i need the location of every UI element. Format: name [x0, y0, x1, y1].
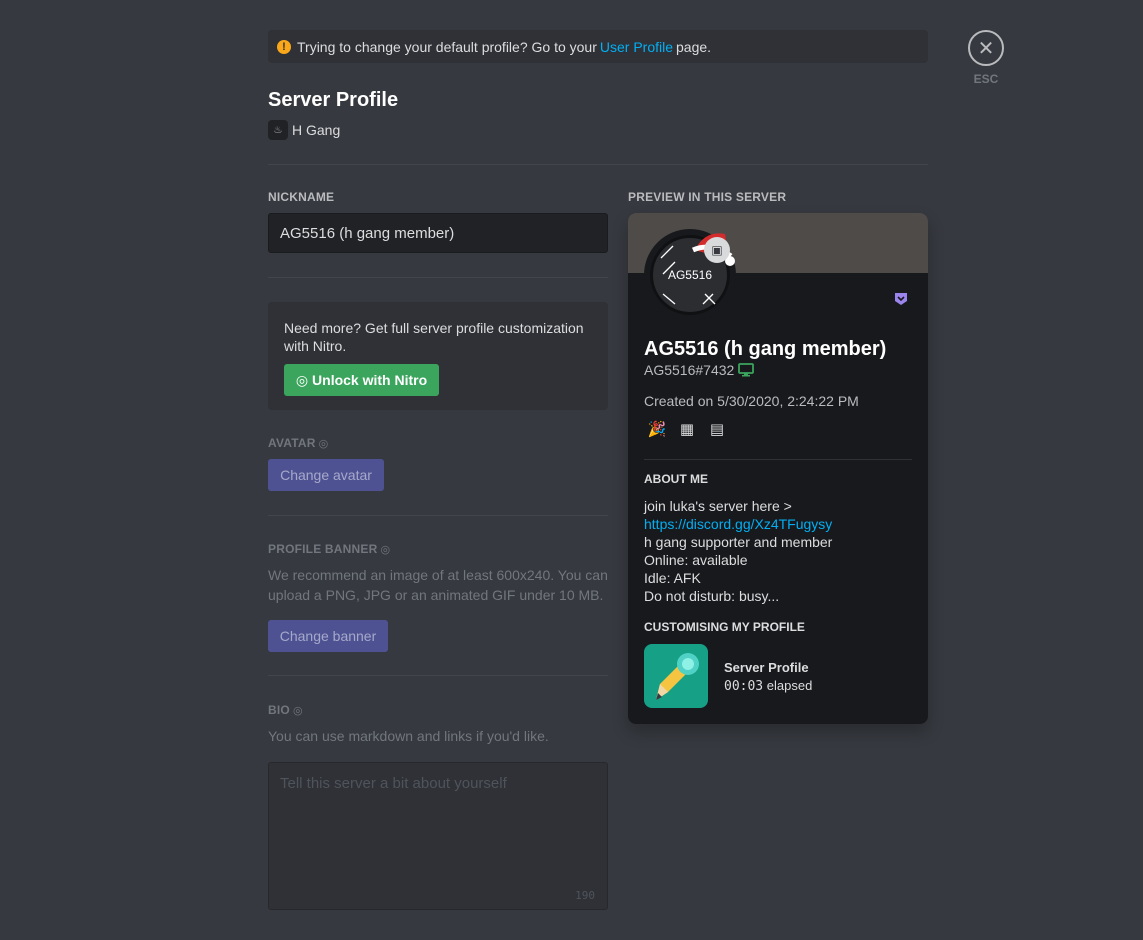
- about-me-heading: ABOUT ME: [644, 472, 708, 486]
- avatar-label: AVATAR ◎: [268, 436, 328, 450]
- upsell-text: Need more? Get full server profile custo…: [284, 320, 584, 354]
- invite-link[interactable]: https://discord.gg/Xz4TFugysy: [644, 515, 832, 533]
- preview-tag-text: AG5516#7432: [644, 362, 735, 378]
- profile-preview-card: AG5516 ▣ AG5516 (h gang member) AG5516#7…: [628, 213, 928, 724]
- server-name: H Gang: [292, 122, 341, 138]
- server-icon: ♨: [268, 120, 288, 140]
- close-button[interactable]: ✕: [968, 30, 1004, 66]
- nitro-icon: ◎: [295, 371, 309, 388]
- close-control: ✕ ESC: [968, 30, 1004, 86]
- message-icon[interactable]: ▤: [708, 420, 726, 438]
- avatar-label-text: AVATAR: [268, 436, 316, 450]
- activity-heading: CUSTOMISING MY PROFILE: [644, 620, 805, 634]
- warning-icon: !: [277, 39, 291, 54]
- about-line: join luka's server here >: [644, 498, 792, 514]
- esc-label: ESC: [973, 72, 999, 86]
- created-date: Created on 5/30/2020, 2:24:22 PM: [644, 393, 859, 409]
- profile-banner-label-text: PROFILE BANNER: [268, 542, 378, 556]
- preview-nickname: AG5516 (h gang member): [644, 338, 887, 360]
- bio-hint: You can use markdown and links if you'd …: [268, 728, 549, 744]
- header-divider: [268, 164, 928, 165]
- close-icon: ✕: [977, 37, 995, 60]
- about-line: h gang supporter and member: [644, 534, 833, 550]
- nitro-upsell: Need more? Get full server profile custo…: [268, 302, 608, 410]
- activity-elapsed: 00:03 elapsed: [724, 678, 812, 694]
- preview-tag: AG5516#7432: [644, 362, 755, 378]
- avatar-text: AG5516: [667, 268, 713, 282]
- nitro-icon: ◎: [380, 543, 391, 556]
- bio-char-counter: 190: [575, 889, 595, 902]
- notice-text-end: page.: [676, 38, 712, 55]
- unlock-nitro-label: Unlock with Nitro: [312, 372, 428, 388]
- about-line: Do not disturb: busy...: [644, 588, 780, 604]
- elapsed-time: 00:03: [724, 679, 764, 694]
- nitro-badge-icon: [895, 293, 907, 305]
- card-divider: [644, 459, 912, 460]
- nitro-icon: ◎: [292, 704, 303, 717]
- nitro-icon: ◎: [318, 437, 329, 450]
- banner-hint: We recommend an image of at least 600x24…: [268, 567, 608, 603]
- profile-banner-label: PROFILE BANNER ◎: [268, 542, 390, 556]
- page-title: Server Profile: [268, 89, 399, 111]
- add-image-icon[interactable]: ▣: [704, 237, 730, 263]
- pencil-icon: [656, 653, 699, 700]
- change-banner-button[interactable]: Change banner: [268, 620, 388, 652]
- party-popper-icon[interactable]: 🎉: [648, 420, 667, 438]
- about-me-text: join luka's server here > https://discor…: [644, 497, 832, 605]
- preview-label: PREVIEW IN THIS SERVER: [628, 190, 787, 204]
- unlock-nitro-button[interactable]: ◎ Unlock with Nitro: [284, 364, 439, 396]
- nickname-label: NICKNAME: [268, 190, 335, 204]
- bio-label-text: BIO: [268, 703, 290, 717]
- desktop-status-icon: [738, 363, 755, 377]
- about-line: Online: available: [644, 552, 748, 568]
- bio-label: BIO ◎: [268, 703, 303, 717]
- change-avatar-button[interactable]: Change avatar: [268, 459, 384, 491]
- section-divider: [268, 277, 608, 278]
- server-indicator: ♨ H Gang: [268, 120, 340, 140]
- section-divider: [268, 515, 608, 516]
- calendar-icon[interactable]: ▦: [678, 420, 696, 438]
- nickname-input[interactable]: AG5516 (h gang member): [268, 213, 608, 253]
- bio-textarea[interactable]: Tell this server a bit about yourself 19…: [268, 762, 608, 910]
- user-profile-link[interactable]: User Profile: [600, 39, 673, 55]
- activity-name: Server Profile: [724, 660, 809, 675]
- elapsed-suffix: elapsed: [766, 678, 813, 693]
- profile-notice: ! Trying to change your default profile?…: [268, 30, 928, 63]
- about-line: Idle: AFK: [644, 570, 701, 586]
- bio-placeholder: Tell this server a bit about yourself: [280, 775, 507, 792]
- activity-image: [644, 644, 708, 708]
- section-divider: [268, 675, 608, 676]
- notice-text: Trying to change your default profile? G…: [297, 38, 597, 55]
- profile-icons: 🎉 ▦ ▤: [648, 420, 726, 438]
